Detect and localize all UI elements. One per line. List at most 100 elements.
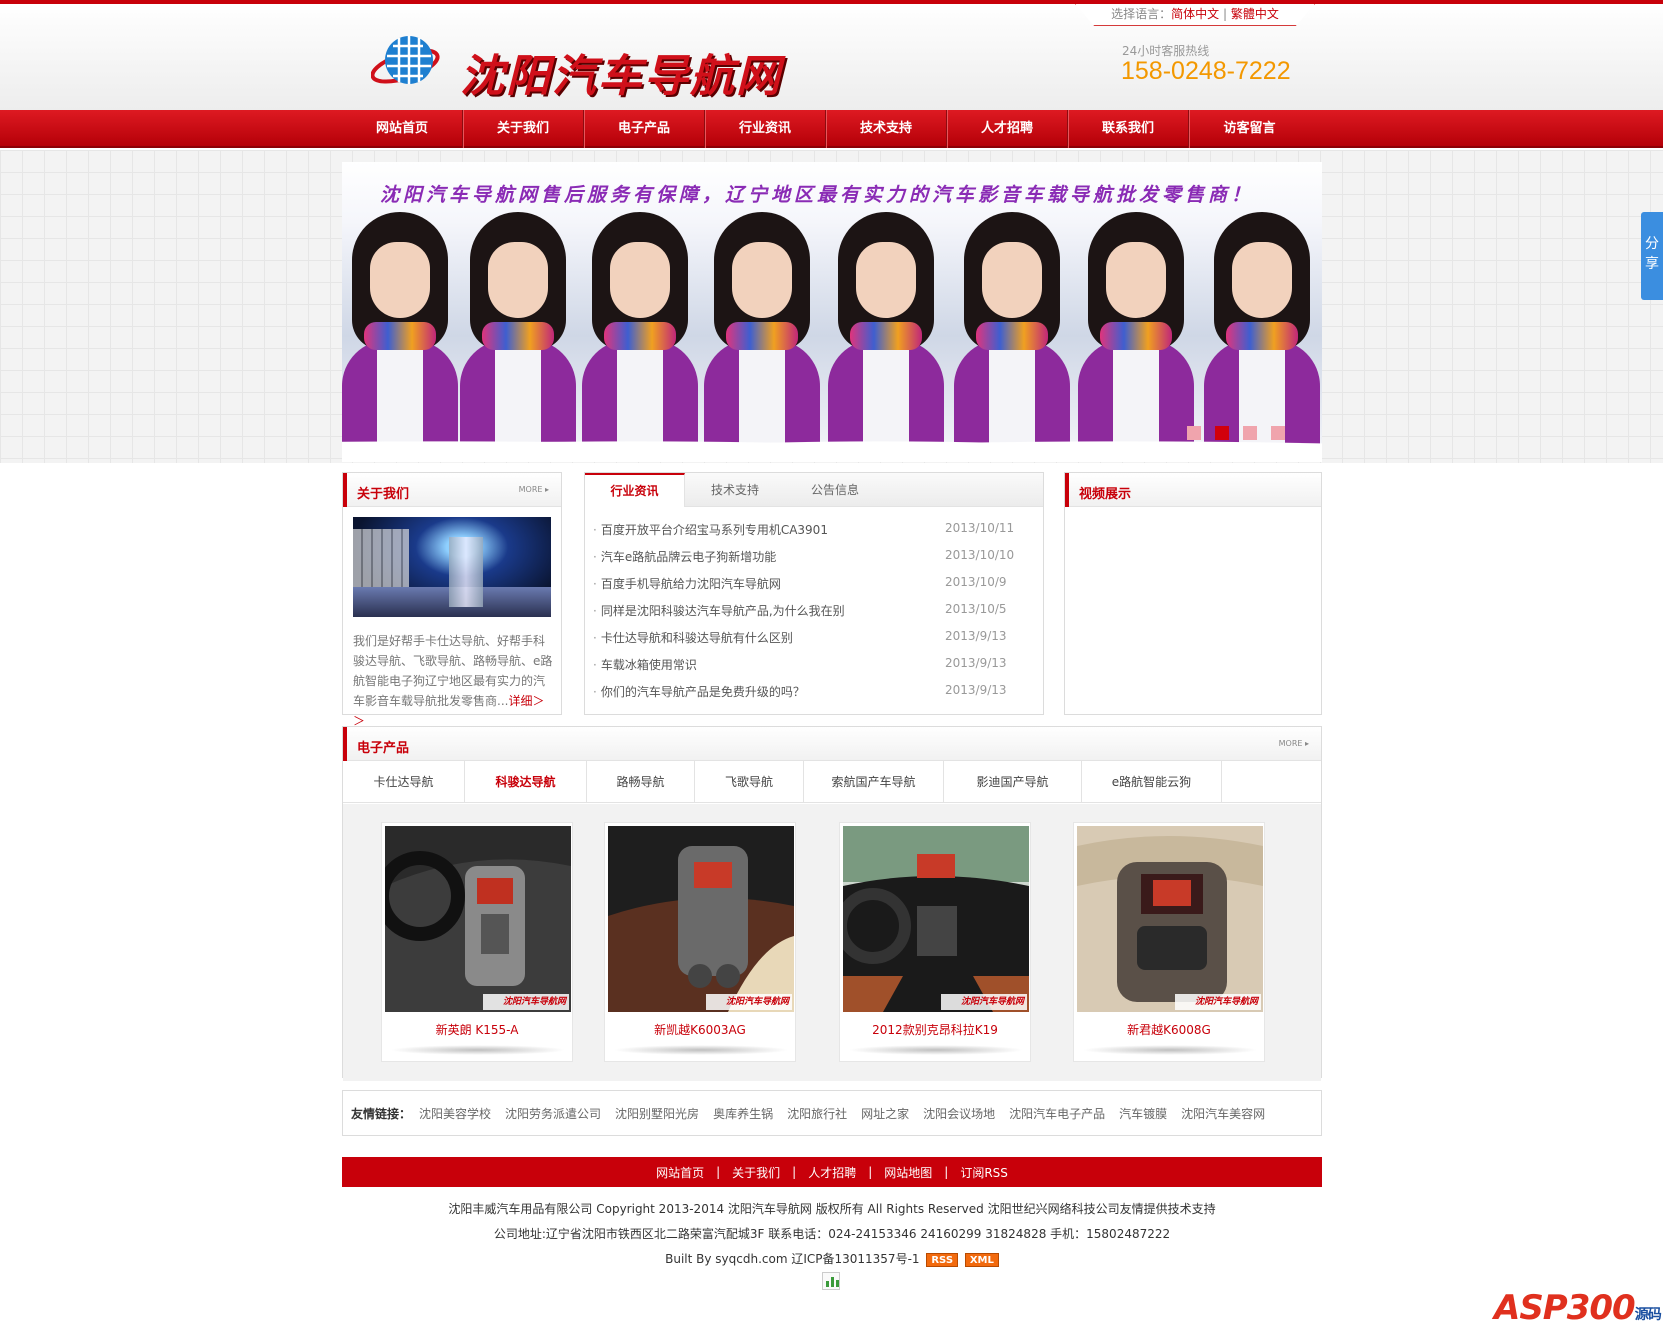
product-card[interactable]: 沈阳汽车导航网 2012款别克昂科拉K19 bbox=[839, 822, 1031, 1062]
news-item[interactable]: 卡仕达导航和科骏达导航有什么区别2013/9/13 bbox=[593, 629, 1033, 656]
main-nav: 网站首页 关于我们 电子产品 行业资讯 技术支持 人才招聘 联系我们 访客留言 bbox=[0, 110, 1663, 148]
banner-person bbox=[828, 212, 944, 462]
rss-badge[interactable]: RSS bbox=[926, 1252, 959, 1267]
news-box: 行业资讯 技术支持 公告信息 百度开放平台介绍宝马系列专用机CA39012013… bbox=[584, 472, 1044, 715]
lang-separator: | bbox=[1222, 7, 1228, 21]
about-photo[interactable] bbox=[353, 517, 551, 617]
lang-simplified-link[interactable]: 简体中文 bbox=[1171, 7, 1219, 21]
tab-kaishida[interactable]: 卡仕达导航 bbox=[343, 761, 465, 803]
product-photo[interactable]: 沈阳汽车导航网 bbox=[843, 826, 1029, 1012]
nav-home[interactable]: 网站首页 bbox=[342, 110, 463, 148]
lang-traditional-link[interactable]: 繁體中文 bbox=[1231, 7, 1279, 21]
product-name[interactable]: 2012款别克昂科拉K19 bbox=[840, 1021, 1030, 1038]
banner-clouds bbox=[342, 426, 1322, 462]
about-title: 关于我们 bbox=[357, 487, 410, 502]
footer-nav: 网站首页 | 关于我们 | 人才招聘 | 网站地图 | 订阅RSS bbox=[342, 1157, 1322, 1187]
xml-badge[interactable]: XML bbox=[964, 1252, 999, 1267]
product-card[interactable]: 沈阳汽车导航网 新君越K6008G bbox=[1073, 822, 1265, 1062]
banner-person bbox=[342, 212, 458, 462]
friend-link[interactable]: 沈阳会议场地 bbox=[923, 1105, 995, 1122]
footer-nav-jobs[interactable]: 人才招聘 bbox=[808, 1164, 856, 1181]
banner-person bbox=[704, 212, 820, 462]
products-title: 电子产品 bbox=[357, 741, 410, 756]
product-name[interactable]: 新凯越K6003AG bbox=[605, 1021, 795, 1038]
nav-jobs[interactable]: 人才招聘 bbox=[947, 110, 1068, 148]
friend-links-label: 友情链接： bbox=[351, 1106, 412, 1121]
about-more-link[interactable]: MORE ▸ bbox=[519, 485, 549, 494]
banner-person bbox=[582, 212, 698, 462]
nav-about[interactable]: 关于我们 bbox=[463, 110, 584, 148]
tab-feige[interactable]: 飞歌导航 bbox=[695, 761, 804, 803]
about-box: 关于我们 MORE ▸ 我们是好帮手卡仕达导航、好帮手科骏达导航、飞歌导航、路畅… bbox=[342, 472, 562, 728]
news-item[interactable]: 百度手机导航给力沈阳汽车导航网2013/10/9 bbox=[593, 575, 1033, 602]
tab-kejunda[interactable]: 科骏达导航 bbox=[465, 761, 587, 803]
friend-link[interactable]: 沈阳汽车电子产品 bbox=[1009, 1105, 1105, 1122]
tab-yingdi[interactable]: 影迪国产导航 bbox=[944, 761, 1082, 803]
footer-nav-sitemap[interactable]: 网站地图 bbox=[884, 1164, 932, 1181]
tab-suohang[interactable]: 索航国产车导航 bbox=[804, 761, 944, 803]
tab-announcements[interactable]: 公告信息 bbox=[785, 473, 885, 507]
footer-nav-about[interactable]: 关于我们 bbox=[732, 1164, 780, 1181]
product-photo[interactable]: 沈阳汽车导航网 bbox=[1077, 826, 1263, 1012]
nav-industry-news[interactable]: 行业资讯 bbox=[705, 110, 826, 148]
footer-built-by: Built By syqcdh.com 辽ICP备13011357号-1 RSS… bbox=[342, 1250, 1322, 1267]
friend-link[interactable]: 沈阳美容学校 bbox=[419, 1105, 491, 1122]
footer-nav-rss[interactable]: 订阅RSS bbox=[960, 1164, 1008, 1181]
nav-guestbook[interactable]: 访客留言 bbox=[1189, 110, 1310, 148]
globe-logo-icon bbox=[371, 36, 440, 84]
site-logo[interactable]: 沈阳汽车导航网 bbox=[365, 30, 795, 102]
news-item[interactable]: 汽车e路航品牌云电子狗新增功能2013/10/10 bbox=[593, 548, 1033, 575]
footer-copyright: 沈阳丰威汽车用品有限公司 Copyright 2013-2014 沈阳汽车导航网… bbox=[448, 1202, 1216, 1216]
product-grid: 沈阳汽车导航网 新英朗 K155-A 沈阳汽车导航网 新凯越K6003AG 沈阳… bbox=[343, 804, 1321, 1081]
video-title: 视频展示 bbox=[1079, 487, 1132, 502]
share-button[interactable]: 分享 bbox=[1641, 212, 1663, 300]
about-text: 我们是好帮手卡仕达导航、好帮手科骏达导航、飞歌导航、路畅导航、e路航智能电子狗辽… bbox=[353, 634, 553, 728]
friend-links: 友情链接： 沈阳美容学校 沈阳劳务派遣公司 沈阳别墅阳光房 奥库养生锅 沈阳旅行… bbox=[342, 1090, 1322, 1136]
nav-contact[interactable]: 联系我们 bbox=[1068, 110, 1189, 148]
tab-luchang[interactable]: 路畅导航 bbox=[587, 761, 695, 803]
friend-link[interactable]: 沈阳汽车美容网 bbox=[1181, 1105, 1265, 1122]
logo-text: 沈阳汽车导航网 bbox=[460, 51, 782, 102]
header: 选择语言：简体中文 | 繁體中文 沈阳汽车导航网 24小时客服热线 158-02… bbox=[0, 4, 1663, 110]
banner-person bbox=[954, 212, 1070, 462]
friend-link[interactable]: 汽车镀膜 bbox=[1119, 1105, 1167, 1122]
banner-person bbox=[1204, 212, 1320, 462]
slide-indicators bbox=[1187, 426, 1285, 440]
hotline-number: 158-0248-7222 bbox=[1121, 57, 1291, 85]
nav-products[interactable]: 电子产品 bbox=[584, 110, 705, 148]
banner-person bbox=[460, 212, 576, 462]
footer-nav-home[interactable]: 网站首页 bbox=[656, 1164, 704, 1181]
friend-link[interactable]: 网址之家 bbox=[861, 1105, 909, 1122]
tab-tech-support[interactable]: 技术支持 bbox=[685, 473, 785, 507]
friend-link[interactable]: 沈阳劳务派遣公司 bbox=[505, 1105, 601, 1122]
friend-link[interactable]: 沈阳旅行社 bbox=[787, 1105, 847, 1122]
product-photo[interactable]: 沈阳汽车导航网 bbox=[385, 826, 571, 1012]
nav-tech-support[interactable]: 技术支持 bbox=[826, 110, 947, 148]
slide-dot-active[interactable] bbox=[1215, 426, 1229, 440]
news-item[interactable]: 车载冰箱使用常识2013/9/13 bbox=[593, 656, 1033, 683]
news-item[interactable]: 你们的汽车导航产品是免费升级的吗？2013/9/13 bbox=[593, 683, 1033, 710]
banner-person bbox=[1078, 212, 1194, 462]
product-photo[interactable]: 沈阳汽车导航网 bbox=[608, 826, 794, 1012]
footer-address: 公司地址:辽宁省沈阳市铁西区北二路荣富汽配城3F 联系电话：024-241533… bbox=[493, 1227, 1171, 1241]
slide-dot[interactable] bbox=[1187, 426, 1201, 440]
stats-counter-icon[interactable] bbox=[822, 1272, 840, 1290]
friend-link[interactable]: 沈阳别墅阳光房 bbox=[615, 1105, 699, 1122]
friend-link[interactable]: 奥库养生锅 bbox=[713, 1105, 773, 1122]
banner-slogan: 沈阳汽车导航网售后服务有保障，辽宁地区最有实力的汽车影音车载导航批发零售商！ bbox=[380, 184, 1255, 206]
slide-dot[interactable] bbox=[1243, 426, 1257, 440]
slide-dot[interactable] bbox=[1271, 426, 1285, 440]
product-card[interactable]: 沈阳汽车导航网 新凯越K6003AG bbox=[604, 822, 796, 1062]
product-name[interactable]: 新君越K6008G bbox=[1074, 1021, 1264, 1038]
banner-slideshow[interactable]: 沈阳汽车导航网售后服务有保障，辽宁地区最有实力的汽车影音车载导航批发零售商！ bbox=[342, 162, 1322, 462]
tab-industry-news[interactable]: 行业资讯 bbox=[585, 473, 685, 507]
products-box: 电子产品 MORE ▸ 卡仕达导航 科骏达导航 路畅导航 飞歌导航 索航国产车导… bbox=[342, 726, 1322, 1081]
products-more-link[interactable]: MORE ▸ bbox=[1279, 739, 1309, 748]
language-label: 选择语言： bbox=[1111, 7, 1172, 21]
news-item[interactable]: 百度开放平台介绍宝马系列专用机CA39012013/10/11 bbox=[593, 521, 1033, 548]
language-switcher: 选择语言：简体中文 | 繁體中文 bbox=[1075, 4, 1315, 26]
news-item[interactable]: 同样是沈阳科骏达汽车导航产品,为什么我在别2013/10/5 bbox=[593, 602, 1033, 629]
product-card[interactable]: 沈阳汽车导航网 新英朗 K155-A bbox=[381, 822, 573, 1062]
product-name[interactable]: 新英朗 K155-A bbox=[382, 1021, 572, 1038]
tab-eluhang[interactable]: e路航智能云狗 bbox=[1082, 761, 1222, 803]
